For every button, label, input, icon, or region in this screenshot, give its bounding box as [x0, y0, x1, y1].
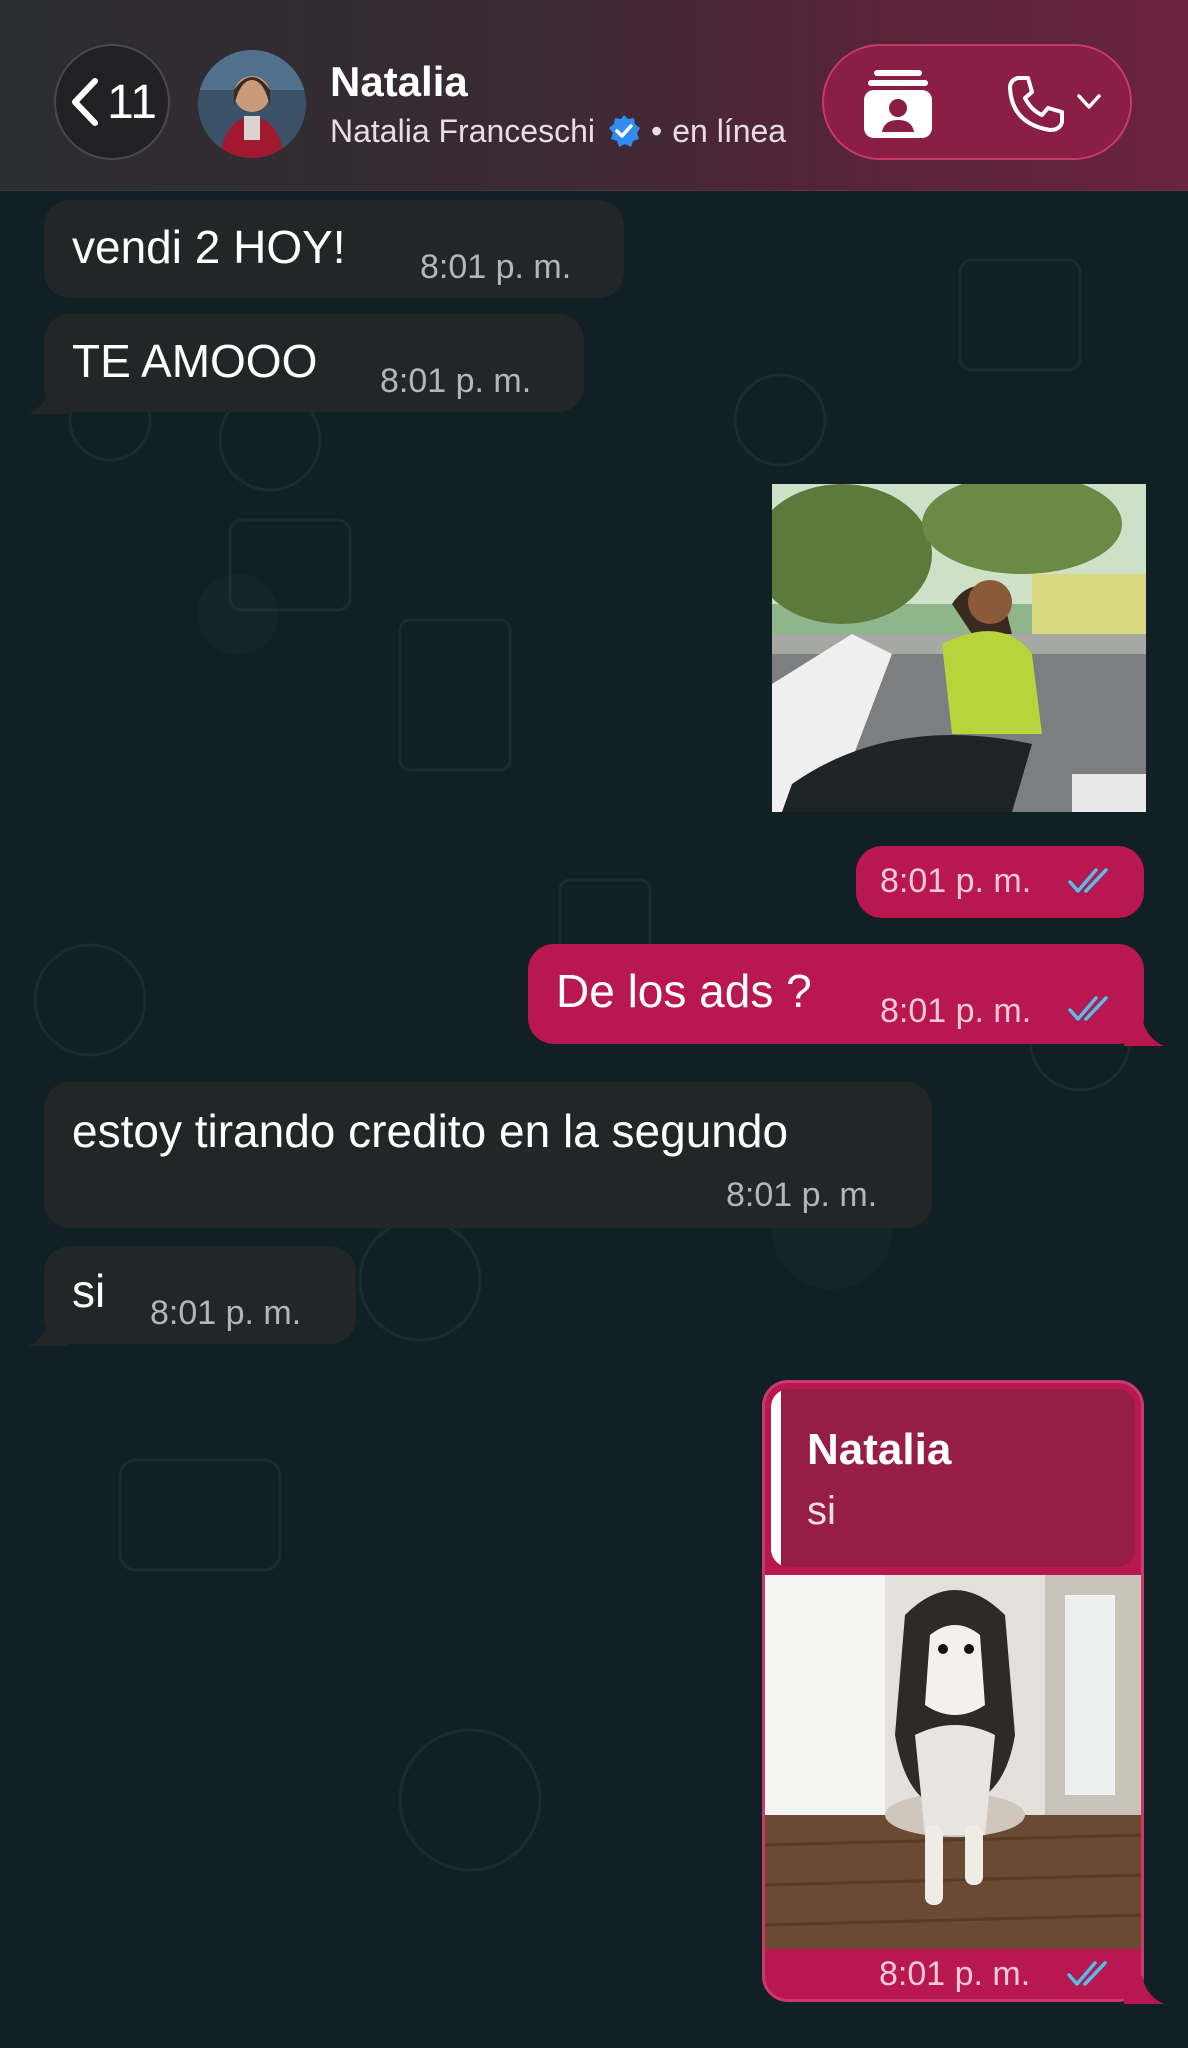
message-bubble-incoming[interactable]: TE AMOOO 8:01 p. m.: [44, 314, 584, 412]
message-text: TE AMOOO: [72, 335, 318, 387]
message-time: 8:01 p. m.: [880, 992, 1032, 1030]
back-button[interactable]: 11: [54, 44, 170, 160]
message-time: 8:01 p. m.: [880, 862, 1032, 900]
quoted-text: si: [807, 1489, 836, 1533]
contact-name[interactable]: Natalia: [330, 58, 468, 106]
online-status: en línea: [672, 112, 787, 149]
message-text: vendi 2 HOY!: [72, 221, 346, 273]
message-text: estoy tirando credito en la segundo: [72, 1105, 789, 1157]
quote-bar: [771, 1389, 781, 1567]
phone-icon[interactable]: [1004, 72, 1068, 136]
message-bubble-incoming[interactable]: estoy tirando credito en la segundo 8:01…: [44, 1082, 932, 1228]
message-bubble-outgoing[interactable]: De los ads ? 8:01 p. m.: [528, 944, 1144, 1044]
video-call-icon[interactable]: [860, 66, 936, 142]
read-receipt-icon: [1067, 1961, 1107, 1986]
chevron-left-icon: [72, 78, 99, 126]
message-text: si: [72, 1265, 106, 1317]
message-bubble-incoming[interactable]: si 8:01 p. m.: [44, 1246, 356, 1344]
message-bubble-incoming[interactable]: vendi 2 HOY! 8:01 p. m.: [44, 200, 624, 298]
quoted-author: Natalia: [807, 1425, 952, 1474]
gif-message[interactable]: [765, 1575, 1141, 1949]
chevron-down-icon[interactable]: [1076, 92, 1102, 112]
bubble-tail: [1124, 1018, 1164, 1046]
call-actions: [822, 44, 1132, 160]
message-time: 8:01 p. m.: [726, 1176, 878, 1214]
unread-count: 11: [107, 75, 157, 129]
chat-header: 11 Natalia Natalia Franceschi • en línea: [0, 0, 1188, 191]
gif-message[interactable]: [772, 484, 1146, 812]
bubble-tail: [1124, 1976, 1164, 2004]
read-receipt-icon: [1068, 868, 1108, 893]
message-time: 8:01 p. m.: [150, 1294, 302, 1332]
bubble-tail: [28, 386, 68, 414]
message-time: 8:01 p. m.: [420, 248, 572, 286]
message-bubble-outgoing-reply[interactable]: Natalia si 8:01 p. m.: [762, 1380, 1144, 2002]
message-time: 8:01 p. m.: [380, 362, 532, 400]
status-separator: •: [651, 112, 663, 149]
contact-subtitle[interactable]: Natalia Franceschi • en línea: [330, 108, 792, 154]
message-bubble-outgoing[interactable]: 8:01 p. m.: [856, 846, 1144, 918]
gif-image-husky-dog: [765, 1575, 1141, 1949]
verified-badge-icon: [609, 115, 640, 147]
contact-fullname: Natalia Franceschi: [330, 112, 595, 149]
read-receipt-icon: [1068, 996, 1108, 1021]
gif-image-man-on-scooter: [772, 484, 1146, 812]
message-text: De los ads ?: [556, 965, 812, 1017]
avatar[interactable]: [198, 50, 306, 158]
avatar-photo: [198, 50, 306, 158]
quoted-reply[interactable]: Natalia si: [771, 1389, 1135, 1567]
message-time: 8:01 p. m.: [879, 1955, 1031, 1993]
bubble-tail: [28, 1318, 68, 1346]
